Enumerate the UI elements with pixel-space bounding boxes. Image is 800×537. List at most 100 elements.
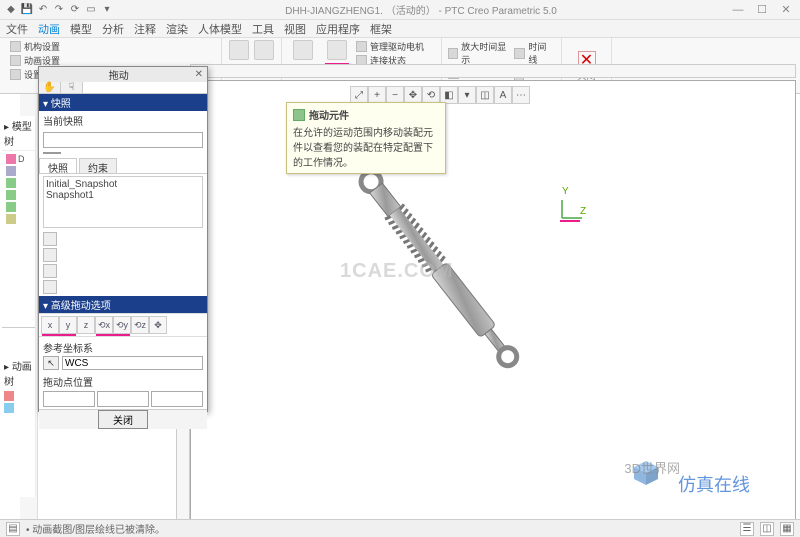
tree-item[interactable] bbox=[4, 213, 33, 225]
pick-csys-button[interactable]: ↖ bbox=[43, 356, 59, 370]
snapshot-tool-icon[interactable] bbox=[43, 248, 57, 262]
dialog-close-footer-button[interactable]: 关闭 bbox=[98, 410, 148, 429]
section-header-snapshot: ▾ 快照 bbox=[39, 94, 207, 111]
current-snapshot-input[interactable] bbox=[43, 132, 203, 148]
snapshot-tool-icon[interactable] bbox=[43, 264, 57, 278]
snapshot-listbox[interactable]: Initial_Snapshot Snapshot1 bbox=[43, 176, 203, 228]
perspective-button[interactable]: ◫ bbox=[476, 86, 494, 104]
drag-body-tab[interactable]: ☟ bbox=[61, 82, 83, 93]
translate-x-button[interactable]: x bbox=[41, 316, 59, 334]
tooltip: 拖动元件 在允许的运动范围内移动装配元件以查看您的装配在特定配置下的工作情况。 bbox=[286, 102, 446, 174]
menu-tools[interactable]: 工具 bbox=[252, 21, 274, 37]
constraints-tab[interactable]: 约束 bbox=[79, 158, 117, 173]
coord-sys-input[interactable] bbox=[62, 356, 203, 370]
menu-applications[interactable]: 应用程序 bbox=[316, 21, 360, 37]
menu-framework[interactable]: 框架 bbox=[370, 21, 392, 37]
window-title: DHH-JIANGZHENG1. （活动的） - PTC Creo Parame… bbox=[114, 2, 728, 17]
app-icon: ◆ bbox=[4, 3, 18, 17]
part-icon bbox=[6, 202, 16, 212]
close-window-button[interactable]: ✕ bbox=[776, 3, 796, 17]
list-item[interactable]: Initial_Snapshot bbox=[46, 179, 200, 190]
menu-render[interactable]: 渲染 bbox=[166, 21, 188, 37]
more-button[interactable]: ⋯ bbox=[512, 86, 530, 104]
drag-point-y-input[interactable] bbox=[97, 391, 149, 407]
rotate-x-button[interactable]: ⟲x bbox=[95, 316, 113, 334]
menu-file[interactable]: 文件 bbox=[6, 21, 28, 37]
drive-body-button[interactable] bbox=[322, 40, 352, 65]
animation-icon bbox=[4, 391, 14, 401]
timeline-item[interactable]: 时间线 bbox=[514, 40, 555, 66]
anim-tree-item[interactable] bbox=[2, 402, 35, 414]
annotations-button[interactable]: A bbox=[494, 86, 512, 104]
tree-item[interactable] bbox=[4, 201, 33, 213]
drag-dialog: 拖动 ✕ ✋ ☟ ▾ 快照 当前快照 快照 约束 Initial_Snapsho… bbox=[38, 66, 208, 412]
drag-point-tab[interactable]: ✋ bbox=[39, 82, 61, 93]
menu-manikin[interactable]: 人体模型 bbox=[198, 21, 242, 37]
menu-analysis[interactable]: 分析 bbox=[102, 21, 124, 37]
status-filter-icon[interactable]: ☰ bbox=[740, 522, 754, 536]
undo-icon[interactable]: ↶ bbox=[36, 3, 50, 17]
title-bar: ◆ 💾 ↶ ↷ ⟳ ▭ ▾ DHH-JIANGZHENG1. （活动的） - P… bbox=[0, 0, 800, 20]
animation-icon bbox=[4, 403, 14, 413]
menu-animation[interactable]: 动画 bbox=[38, 21, 60, 37]
minimize-button[interactable]: — bbox=[728, 3, 748, 17]
menu-annotate[interactable]: 注释 bbox=[134, 21, 156, 37]
axis-z-label: Z bbox=[580, 206, 586, 217]
playback-motor-button[interactable] bbox=[288, 40, 318, 61]
zoom-time-item[interactable]: 放大时间显示 bbox=[448, 40, 510, 66]
manage-motors-item[interactable]: 管理驱动电机 bbox=[356, 40, 424, 53]
ribbon-button[interactable] bbox=[254, 40, 276, 61]
ribbon-icon[interactable] bbox=[10, 41, 21, 52]
translate-y-button[interactable]: y bbox=[59, 316, 77, 334]
dialog-close-button[interactable]: ✕ bbox=[195, 69, 203, 80]
rotate-y-button[interactable]: ⟲y bbox=[113, 316, 131, 334]
status-selection-icon[interactable]: ▦ bbox=[780, 522, 794, 536]
anim-tree-header: ▸ 动画树 bbox=[2, 327, 35, 390]
rotate-z-button[interactable]: ⟲z bbox=[131, 316, 149, 334]
quick-access-toolbar: ◆ 💾 ↶ ↷ ⟳ ▭ ▾ bbox=[4, 3, 114, 17]
drag-point-label: 拖动点位置 bbox=[39, 371, 207, 389]
dropdown-icon[interactable]: ▾ bbox=[100, 3, 114, 17]
list-item[interactable]: Snapshot1 bbox=[46, 190, 200, 201]
ribbon-button[interactable] bbox=[228, 40, 250, 61]
tree-item[interactable] bbox=[4, 177, 33, 189]
save-icon[interactable]: 💾 bbox=[20, 3, 34, 17]
dialog-titlebar[interactable]: 拖动 ✕ bbox=[39, 67, 207, 82]
drag-point-z-input[interactable] bbox=[151, 391, 203, 407]
status-geometry-icon[interactable]: ◫ bbox=[760, 522, 774, 536]
ribbon-icon[interactable] bbox=[10, 55, 21, 66]
translate-z-button[interactable]: z bbox=[77, 316, 95, 334]
redo-icon[interactable]: ↷ bbox=[52, 3, 66, 17]
tooltip-body: 在允许的运动范围内移动装配元件以查看您的装配在特定配置下的工作情况。 bbox=[293, 124, 439, 169]
coordinate-axis: Y Z bbox=[562, 200, 590, 231]
regen-icon[interactable]: ⟳ bbox=[68, 3, 82, 17]
menu-bar: 文件 动画 模型 分析 注释 渲染 人体模型 工具 视图 应用程序 框架 bbox=[0, 20, 800, 38]
snapshot-tool-icon[interactable] bbox=[43, 232, 57, 246]
gear-icon bbox=[229, 40, 249, 60]
menu-view[interactable]: 视图 bbox=[284, 21, 306, 37]
snapshot-tool-icon[interactable] bbox=[43, 280, 57, 294]
ribbon-icon[interactable] bbox=[10, 69, 21, 80]
window-icon[interactable]: ▭ bbox=[84, 3, 98, 17]
tree-item[interactable]: D bbox=[4, 153, 33, 165]
maximize-button[interactable]: ☐ bbox=[752, 3, 772, 17]
body-icon bbox=[327, 40, 347, 60]
status-icon[interactable]: ▤ bbox=[6, 522, 20, 536]
free-drag-button[interactable]: ✥ bbox=[149, 316, 167, 334]
camera-icon[interactable] bbox=[43, 152, 61, 154]
zoom-icon bbox=[448, 48, 458, 59]
snapshots-tab[interactable]: 快照 bbox=[39, 158, 77, 173]
part-icon bbox=[6, 178, 16, 188]
highlight-underline bbox=[560, 220, 580, 222]
anim-tree-item[interactable] bbox=[2, 390, 35, 402]
gear-icon bbox=[356, 41, 367, 52]
drag-component-icon bbox=[293, 109, 305, 121]
saved-views-button[interactable]: ▾ bbox=[458, 86, 476, 104]
status-bar: ▤ • 动画截图/图层绘线已被清除。 ☰ ◫ ▦ bbox=[0, 519, 800, 537]
drag-point-x-input[interactable] bbox=[43, 391, 95, 407]
tree-item[interactable] bbox=[4, 189, 33, 201]
advanced-drag-toolbar: x y z ⟲x ⟲y ⟲z ✥ bbox=[39, 313, 207, 337]
tree-item[interactable] bbox=[4, 165, 33, 177]
menu-model[interactable]: 模型 bbox=[70, 21, 92, 37]
timeline-icon bbox=[514, 48, 525, 59]
